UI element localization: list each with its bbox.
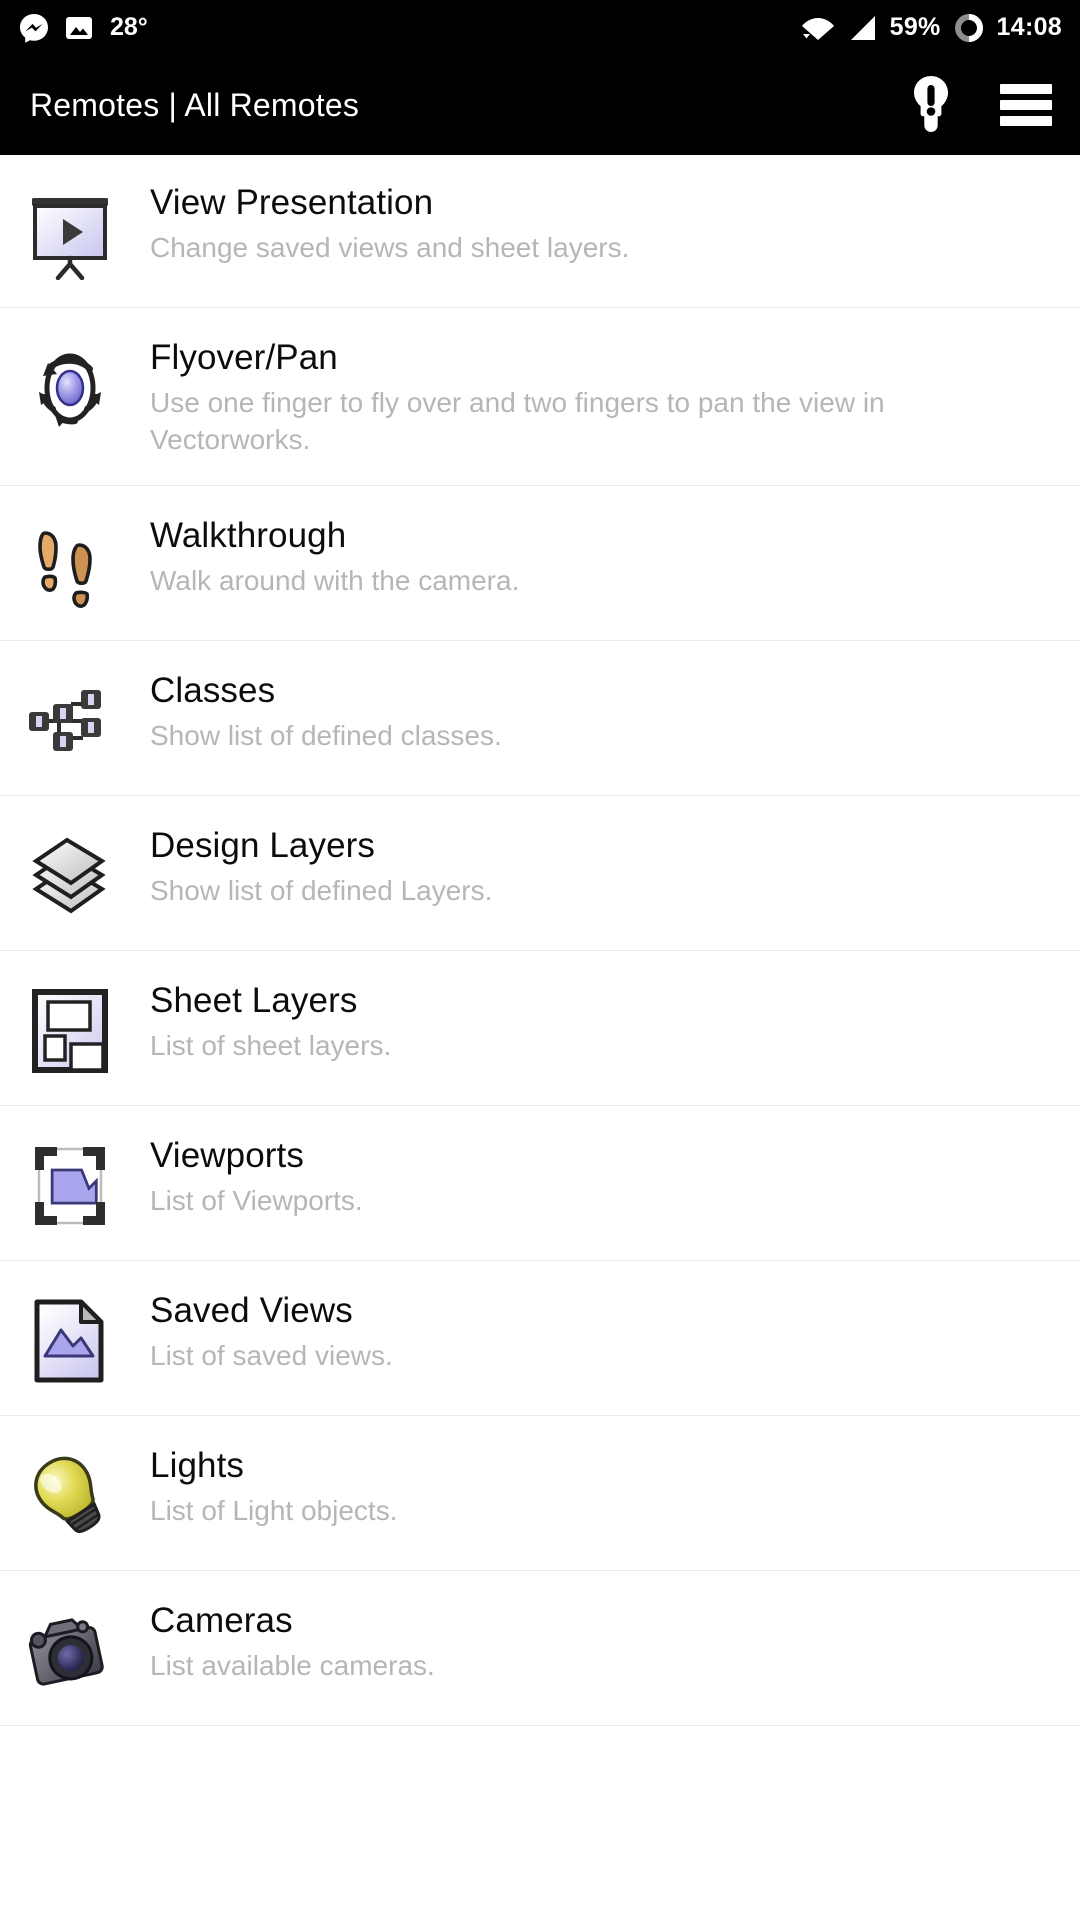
camera-icon: [22, 1603, 118, 1699]
remotes-list: View Presentation Change saved views and…: [0, 155, 1080, 1727]
class-hierarchy-icon: [22, 673, 118, 769]
list-item-title: Lights: [150, 1446, 244, 1486]
lightbulb-alert-icon[interactable]: [908, 74, 954, 136]
list-item-subtitle: List available cameras.: [150, 1650, 435, 1682]
battery-percent-label: 59%: [889, 13, 941, 41]
list-item-subtitle: Change saved views and sheet layers.: [150, 232, 630, 264]
list-item[interactable]: Classes Show list of defined classes.: [0, 641, 1080, 797]
saved-view-document-icon: [22, 1293, 118, 1389]
list-item-text: Lights List of Light objects.: [150, 1442, 1056, 1530]
list-item-text: Saved Views List of saved views.: [150, 1287, 1056, 1375]
list-item-subtitle: List of Light objects.: [150, 1495, 398, 1527]
lightbulb-icon: [22, 1448, 118, 1544]
temperature-label: 28°: [110, 13, 148, 41]
messenger-icon: [18, 12, 50, 44]
list-item-text: Cameras List available cameras.: [150, 1597, 1056, 1685]
clock-label: 14:08: [996, 13, 1062, 41]
list-item-subtitle: List of sheet layers.: [150, 1030, 392, 1062]
cell-signal-icon: [848, 13, 878, 43]
list-item-subtitle: Show list of defined Layers.: [150, 875, 493, 907]
list-item-text: Sheet Layers List of sheet layers.: [150, 977, 1056, 1065]
list-item[interactable]: Sheet Layers List of sheet layers.: [0, 951, 1080, 1107]
list-item[interactable]: Walkthrough Walk around with the camera.: [0, 486, 1080, 642]
hamburger-menu-icon[interactable]: [1000, 84, 1052, 126]
list-item[interactable]: View Presentation Change saved views and…: [0, 155, 1080, 308]
flyover-orbit-icon: [22, 340, 118, 436]
list-item-title: View Presentation: [150, 183, 434, 222]
list-item-title: Sheet Layers: [150, 981, 358, 1021]
status-bar-left: 28°: [18, 12, 148, 44]
list-item-text: Classes Show list of defined classes.: [150, 667, 1056, 755]
list-item[interactable]: Cameras List available cameras.: [0, 1571, 1080, 1727]
list-item-title: Viewports: [150, 1136, 304, 1176]
stacked-layers-icon: [22, 828, 118, 924]
photo-icon: [64, 13, 94, 43]
wifi-icon: [800, 13, 836, 43]
list-item-title: Flyover/Pan: [150, 338, 338, 377]
list-item-title: Cameras: [150, 1601, 293, 1641]
footprints-icon: [22, 518, 118, 614]
list-item[interactable]: Viewports List of Viewports.: [0, 1106, 1080, 1262]
app-bar-actions: [908, 74, 1052, 136]
list-item-text: Walkthrough Walk around with the camera.: [150, 512, 1056, 600]
list-item[interactable]: Design Layers Show list of defined Layer…: [0, 796, 1080, 952]
list-item-text: Viewports List of Viewports.: [150, 1132, 1056, 1220]
status-bar-right: 59% 14:08: [800, 12, 1062, 44]
status-bar: 28° 59% 14:08: [0, 0, 1080, 55]
battery-ring-icon: [953, 12, 985, 44]
viewport-cropmarks-icon: [22, 1138, 118, 1234]
list-item-text: View Presentation Change saved views and…: [150, 179, 1056, 267]
list-item-title: Walkthrough: [150, 516, 347, 556]
list-item-title: Design Layers: [150, 826, 376, 866]
list-item[interactable]: Lights List of Light objects.: [0, 1416, 1080, 1572]
app-bar: Remotes | All Remotes: [0, 55, 1080, 155]
list-item-subtitle: Show list of defined classes.: [150, 720, 502, 752]
list-item-title: Saved Views: [150, 1291, 353, 1331]
list-item-subtitle: List of Viewports.: [150, 1185, 363, 1217]
list-item-subtitle: List of saved views.: [150, 1340, 393, 1372]
sheet-layout-icon: [22, 983, 118, 1079]
list-item-text: Flyover/Pan Use one finger to fly over a…: [150, 334, 1056, 459]
list-item-title: Classes: [150, 671, 276, 711]
list-item-subtitle: Walk around with the camera.: [150, 565, 520, 597]
list-item-subtitle: Use one finger to fly over and two finge…: [150, 387, 885, 456]
list-item[interactable]: Flyover/Pan Use one finger to fly over a…: [0, 308, 1080, 487]
presentation-screen-icon: [22, 185, 118, 281]
list-item[interactable]: Saved Views List of saved views.: [0, 1261, 1080, 1417]
page-title: Remotes | All Remotes: [30, 86, 360, 123]
list-item-text: Design Layers Show list of defined Layer…: [150, 822, 1056, 910]
